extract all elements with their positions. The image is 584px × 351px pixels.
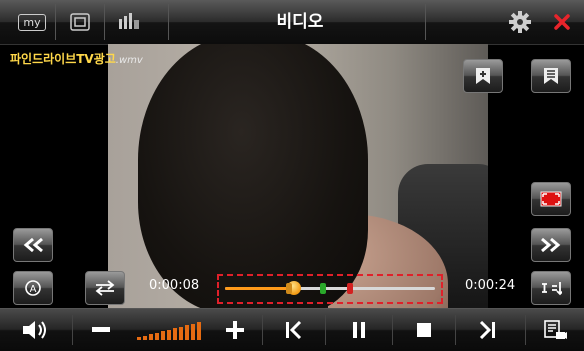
minus-icon (92, 327, 110, 332)
volume-bar (173, 328, 177, 340)
seek-area[interactable] (217, 274, 443, 304)
video-filename: 파인드라이브TV광고.wmv (10, 50, 143, 67)
total-time: 0:00:24 (465, 278, 516, 293)
bookmark-list-button[interactable] (531, 59, 571, 93)
window-button[interactable] (56, 4, 104, 40)
bookmark-marker[interactable] (285, 283, 292, 294)
volume-level (130, 309, 208, 351)
filename-text: 파인드라이브TV광고 (10, 52, 116, 66)
fast-forward-button[interactable] (531, 228, 571, 262)
fast-forward-icon (541, 237, 561, 253)
my-button[interactable]: my (8, 4, 56, 40)
volume-bar (155, 332, 159, 340)
music-video-button[interactable] (105, 4, 153, 40)
volume-bar (149, 334, 153, 340)
bookmark-list-icon (544, 68, 558, 84)
seek-progress (225, 287, 295, 290)
previous-icon (286, 321, 302, 339)
speaker-icon (23, 321, 46, 339)
auto-rotate-icon: A (25, 280, 41, 296)
svg-text:A: A (30, 284, 37, 295)
filename-extension: .wmv (115, 55, 143, 66)
video-subject-hair (138, 44, 368, 308)
settings-button[interactable] (496, 4, 544, 40)
bookmark-add-button[interactable] (463, 59, 503, 93)
volume-bar (191, 323, 195, 340)
separator (168, 4, 169, 40)
sort-icon (542, 282, 562, 296)
fullscreen-icon (540, 191, 562, 207)
close-button[interactable] (540, 4, 584, 40)
bookmark-marker[interactable] (346, 283, 353, 294)
bottom-control-bar (0, 308, 584, 351)
page-title: 비디오 (276, 12, 324, 32)
auto-rotate-button[interactable]: A (13, 271, 53, 305)
repeat-icon (95, 280, 115, 296)
pause-button[interactable] (326, 309, 392, 351)
seek-bar[interactable] (225, 281, 435, 295)
next-button[interactable] (456, 309, 518, 351)
pause-icon (353, 322, 365, 338)
volume-bar (197, 322, 201, 340)
previous-button[interactable] (263, 309, 325, 351)
volume-bar (185, 325, 189, 340)
close-icon (554, 14, 570, 30)
video-frame[interactable] (108, 44, 488, 308)
playlist-icon (544, 320, 567, 339)
volume-bar (137, 337, 141, 340)
stop-icon (417, 323, 431, 337)
bookmark-add-icon (476, 68, 490, 84)
volume-bar (161, 331, 165, 340)
rewind-icon (23, 237, 43, 253)
plus-icon (226, 321, 244, 339)
volume-down-button[interactable] (73, 309, 129, 351)
volume-bar (167, 329, 171, 340)
volume-level-icon (137, 320, 201, 340)
stop-button[interactable] (393, 309, 455, 351)
playlist-button[interactable] (526, 309, 584, 351)
repeat-button[interactable] (85, 271, 125, 305)
gear-icon (509, 11, 531, 33)
current-time: 0:00:08 (149, 278, 200, 293)
separator (425, 4, 426, 40)
bookmark-marker[interactable] (319, 283, 326, 294)
music-video-icon (119, 13, 139, 29)
volume-bar (179, 326, 183, 340)
volume-bar (143, 335, 147, 340)
window-icon (70, 13, 90, 31)
my-icon: my (18, 13, 46, 31)
top-bar: my 비디오 (0, 0, 584, 45)
volume-up-button[interactable] (208, 309, 262, 351)
rewind-button[interactable] (13, 228, 53, 262)
fullscreen-button[interactable] (531, 182, 571, 216)
sort-button[interactable] (531, 271, 571, 305)
mute-button[interactable] (0, 309, 72, 351)
next-icon (479, 321, 495, 339)
